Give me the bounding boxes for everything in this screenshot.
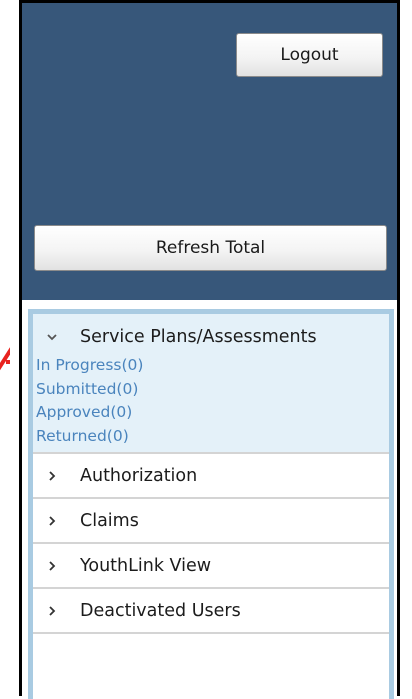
section-label: Service Plans/Assessments [80, 327, 317, 347]
chevron-right-icon [45, 604, 59, 618]
section-service-plans: Service Plans/Assessments In Progress(0)… [33, 314, 389, 454]
logout-button[interactable]: Logout [236, 33, 383, 77]
section-header-claims[interactable]: Claims [33, 499, 389, 542]
sidebar-menu: Service Plans/Assessments In Progress(0)… [28, 309, 394, 699]
section-claims[interactable]: Claims [33, 499, 389, 544]
section-label: Deactivated Users [80, 600, 241, 621]
chevron-right-icon [45, 514, 59, 528]
section-header-authorization[interactable]: Authorization [33, 454, 389, 497]
link-returned[interactable]: Returned(0) [33, 425, 389, 449]
section-label: YouthLink View [80, 555, 212, 576]
section-deactivated-users[interactable]: Deactivated Users [33, 589, 389, 634]
refresh-total-button[interactable]: Refresh Total [34, 225, 387, 271]
header-panel: Logout Refresh Total [22, 3, 397, 300]
chevron-down-icon [45, 330, 59, 344]
section-authorization[interactable]: Authorization [33, 454, 389, 499]
link-submitted[interactable]: Submitted(0) [33, 378, 389, 402]
section-label: Authorization [80, 465, 198, 486]
sub-link-list: In Progress(0) Submitted(0) Approved(0) … [33, 354, 389, 452]
link-approved[interactable]: Approved(0) [33, 401, 389, 425]
red-annotation-arrow-icon [0, 332, 10, 376]
section-header-service-plans[interactable]: Service Plans/Assessments [33, 314, 389, 360]
app-panel: Logout Refresh Total Service Plans/Asses… [19, 0, 400, 699]
section-header-deactivated-users[interactable]: Deactivated Users [33, 589, 389, 632]
chevron-right-icon [45, 469, 59, 483]
section-label: Claims [80, 510, 139, 531]
section-youthlink-view[interactable]: YouthLink View [33, 544, 389, 589]
section-header-youthlink-view[interactable]: YouthLink View [33, 544, 389, 587]
chevron-right-icon [45, 559, 59, 573]
